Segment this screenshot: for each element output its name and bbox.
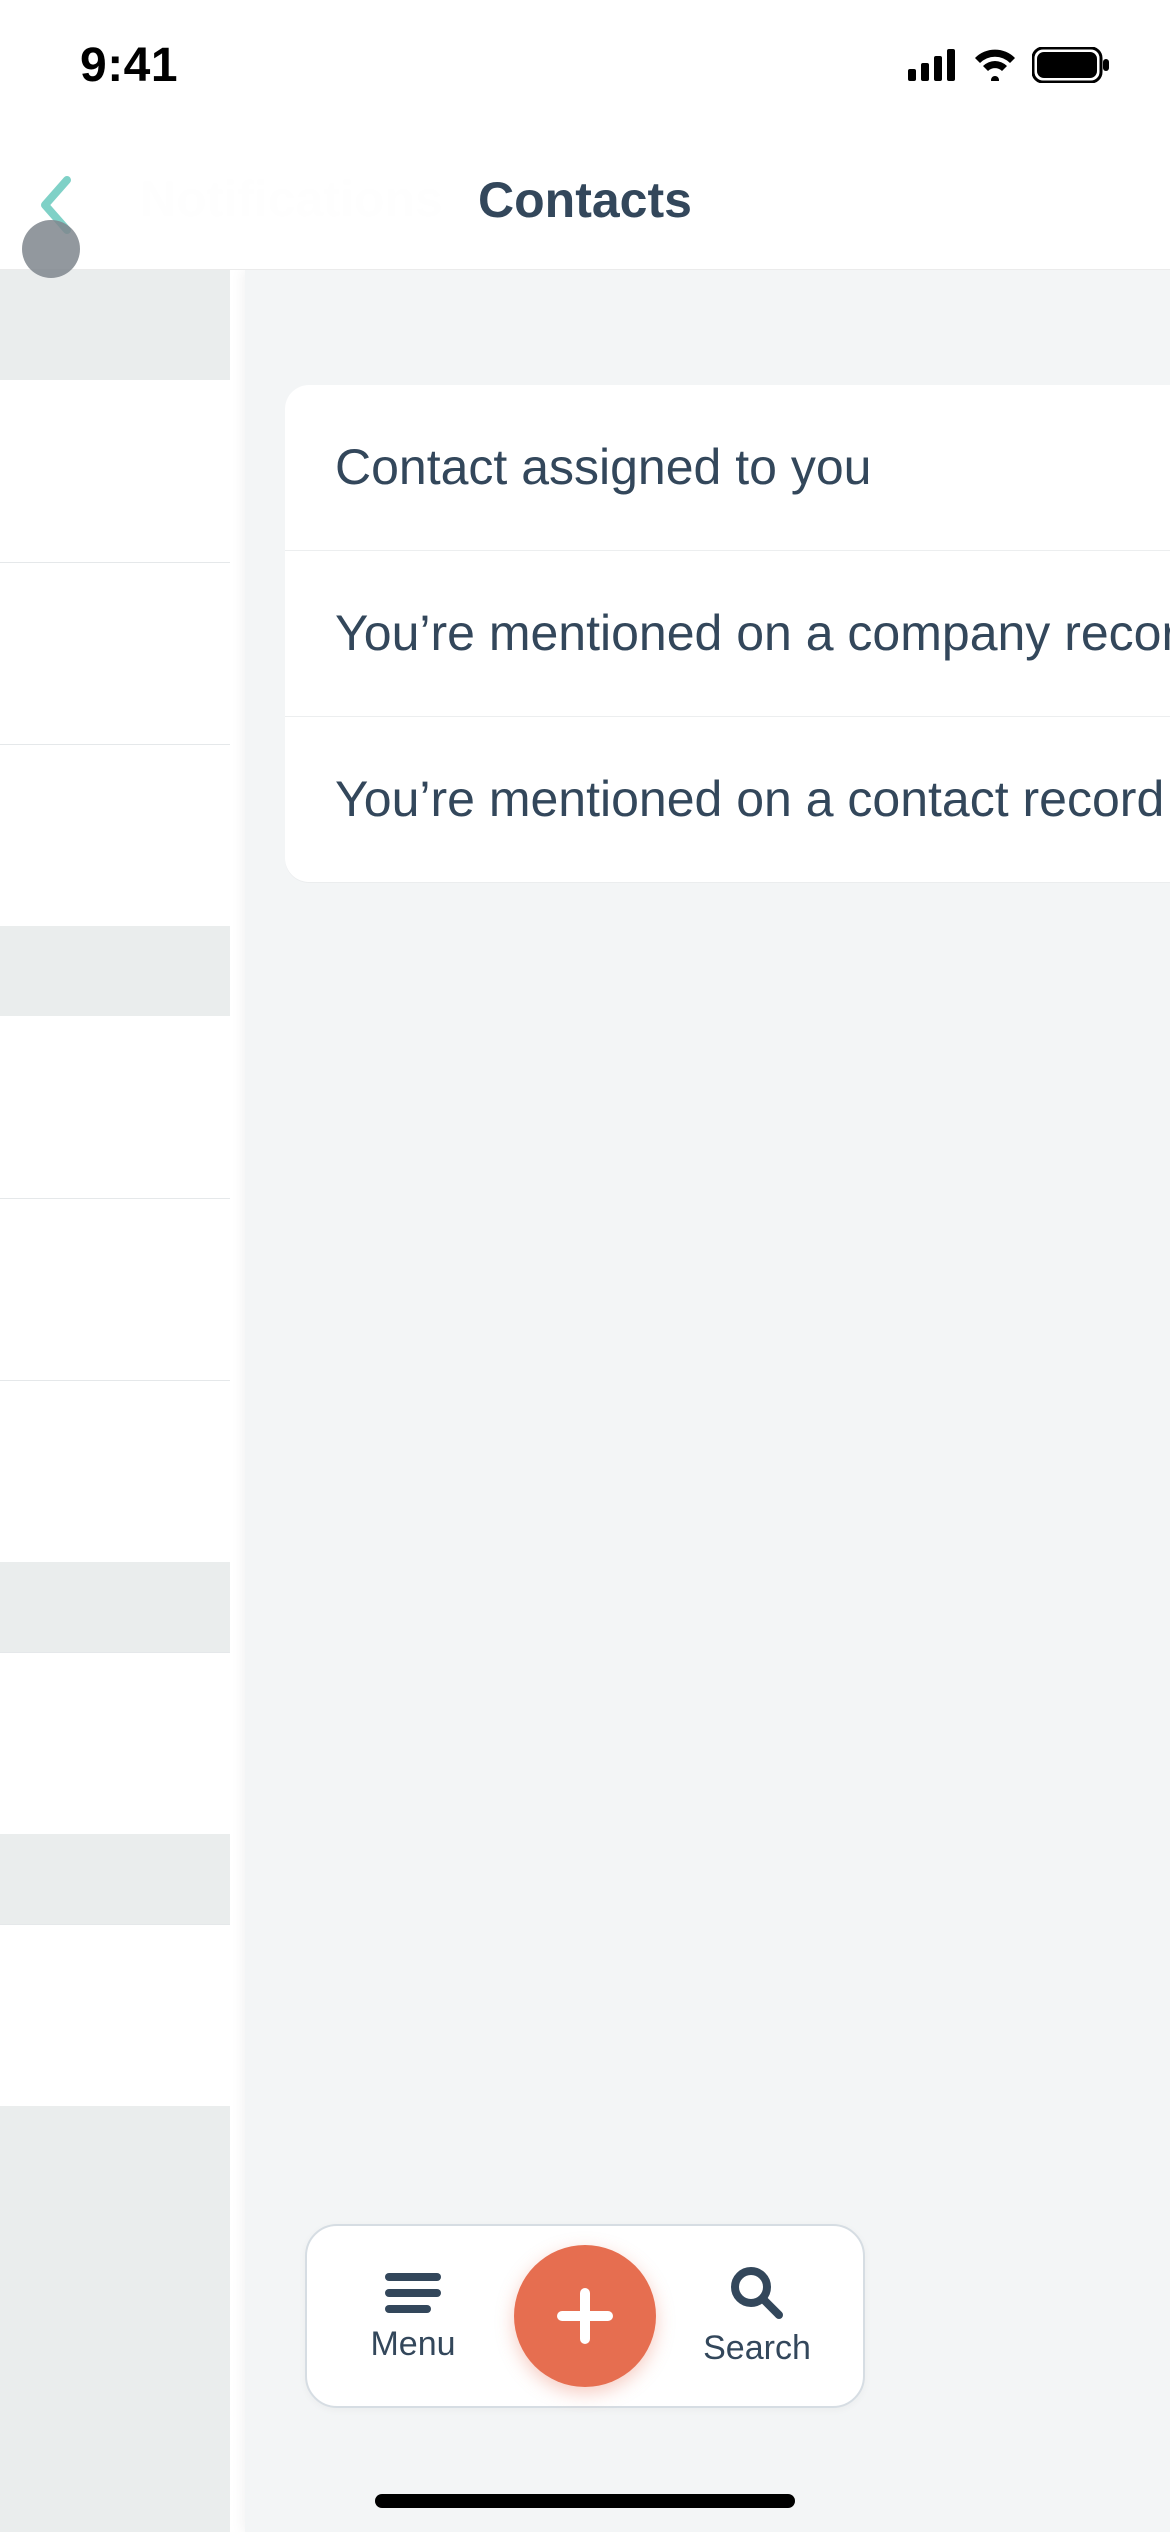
status-time: 9:41	[80, 38, 178, 93]
card-row[interactable]: You’re mentioned on a company record	[285, 551, 1170, 717]
search-icon	[727, 2265, 787, 2321]
status-icons-group	[908, 47, 1110, 83]
home-indicator[interactable]	[375, 2494, 795, 2508]
list-item[interactable]: Contacts and companies	[0, 562, 230, 744]
list-item[interactable]: Assignments	[0, 380, 230, 562]
wifi-icon	[972, 49, 1018, 81]
contacts-page: Contact assigned to you You’re mentioned…	[245, 270, 1170, 2532]
card-row-label: Contact assigned to you	[335, 439, 871, 495]
nav-bar: Contacts	[0, 130, 1170, 270]
page-title: Contacts	[478, 171, 692, 229]
cellular-icon	[908, 49, 958, 81]
bottom-dock: Menu Search	[305, 2224, 865, 2408]
search-button[interactable]: Search	[687, 2265, 827, 2368]
card-row[interactable]: You’re mentioned on a contact record	[285, 717, 1170, 882]
plus-icon	[550, 2281, 620, 2351]
notification-card: Contact assigned to you You’re mentioned…	[285, 385, 1170, 882]
status-bar: 9:41	[0, 0, 1170, 130]
list-item[interactable]: Troubleshoot Notifications	[0, 1924, 230, 2106]
touch-indicator	[22, 220, 80, 278]
list-item[interactable]: Workflows	[0, 1652, 230, 1834]
search-label: Search	[703, 2329, 811, 2368]
add-button[interactable]	[514, 2245, 656, 2387]
list-item[interactable]: Shared email content	[0, 744, 230, 926]
menu-button[interactable]: Menu	[343, 2269, 483, 2364]
list-item[interactable]	[0, 1198, 230, 1380]
under-page: Assignments Contacts and companies Share…	[0, 270, 230, 2532]
menu-label: Menu	[370, 2325, 455, 2364]
list-item[interactable]	[0, 1380, 230, 1562]
card-row-label: You’re mentioned on a contact record	[335, 771, 1164, 827]
menu-icon	[383, 2269, 443, 2317]
card-row-label: You’re mentioned on a company record	[335, 605, 1170, 661]
card-row[interactable]: Contact assigned to you	[285, 385, 1170, 551]
battery-icon	[1032, 47, 1110, 83]
list-item[interactable]	[0, 1016, 230, 1198]
